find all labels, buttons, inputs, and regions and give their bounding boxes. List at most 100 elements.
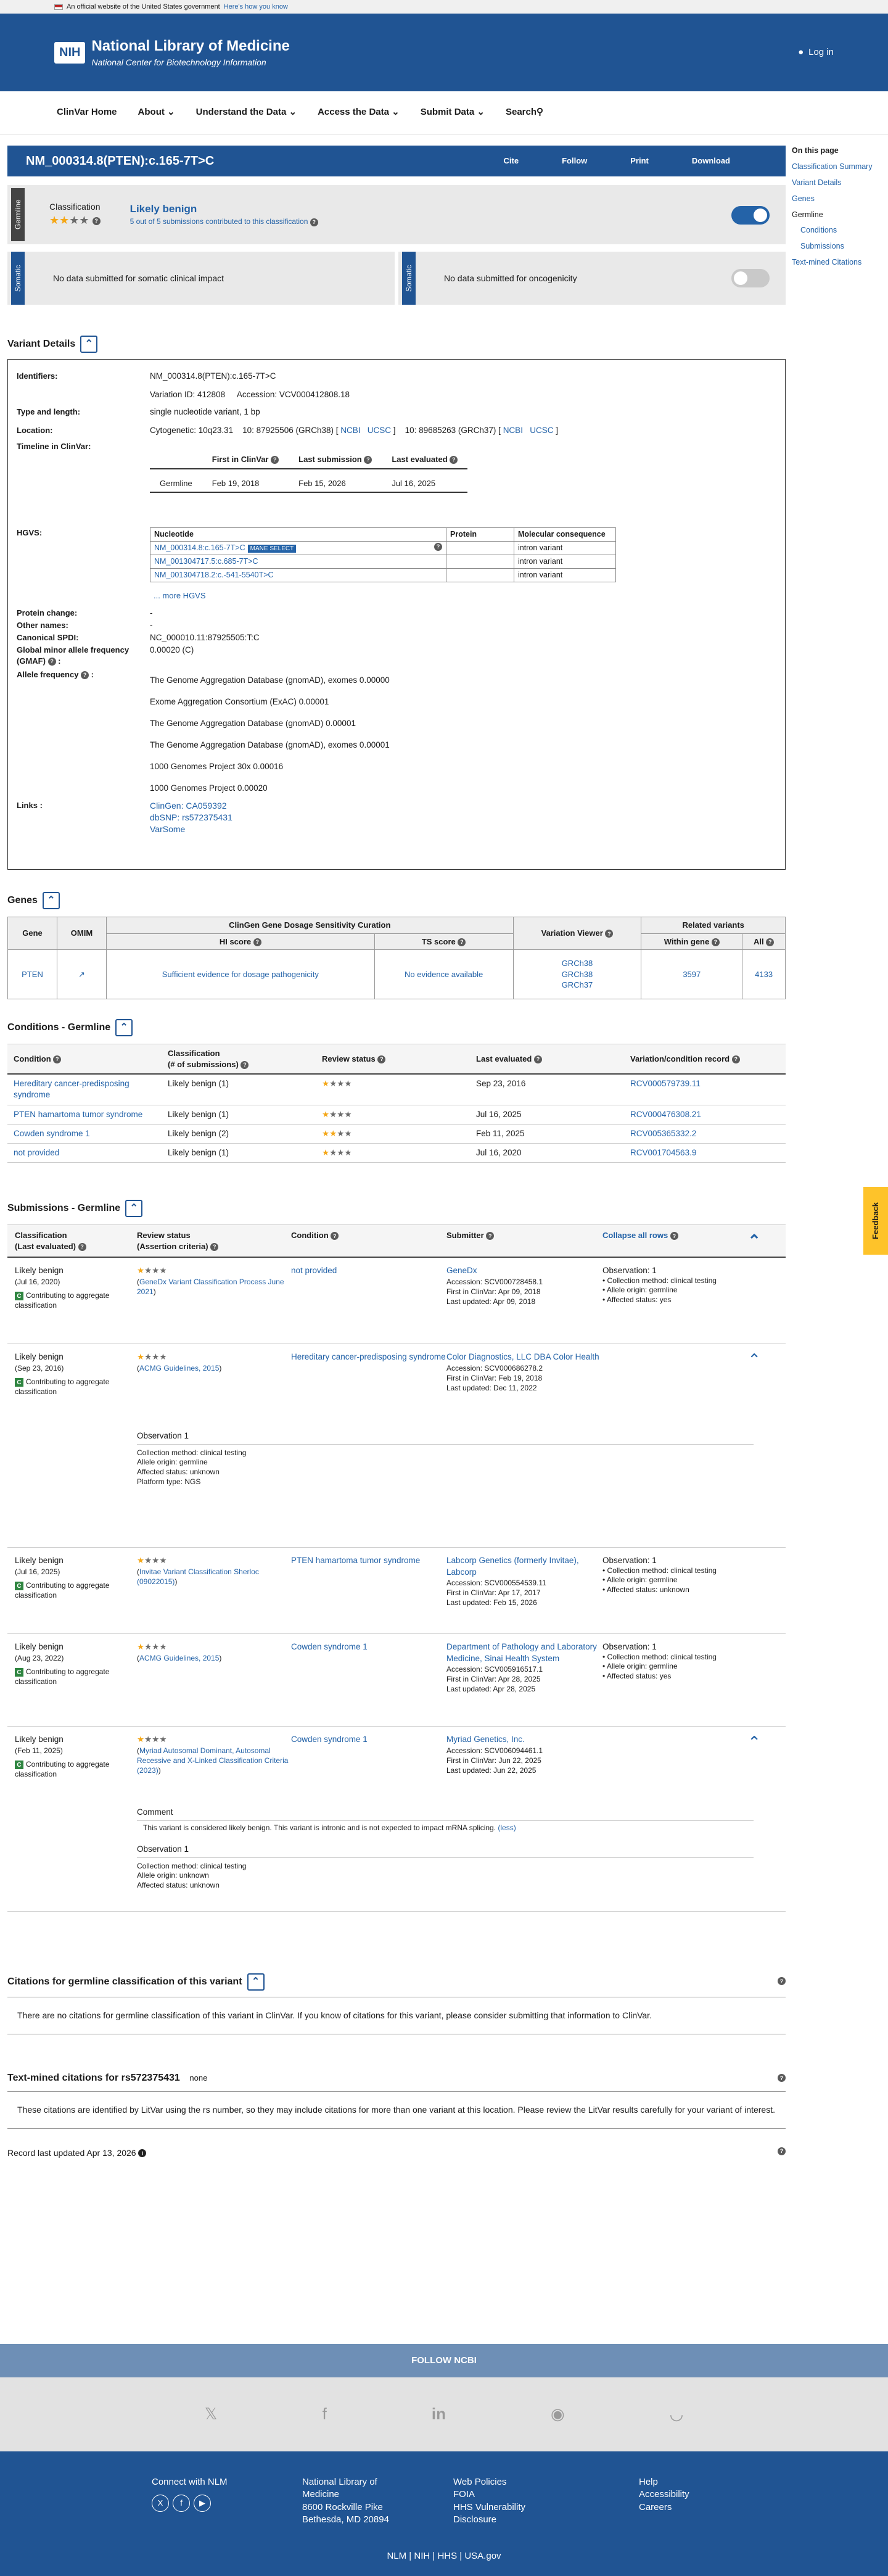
print-button[interactable]: Print — [630, 155, 649, 167]
condition-link[interactable]: not provided — [291, 1265, 446, 1336]
nav-about[interactable]: About ⌄ — [138, 106, 175, 118]
vv-grch38-link[interactable]: GRCh38 — [516, 969, 639, 980]
hhs-link[interactable]: HHS — [437, 2551, 457, 2561]
cite-button[interactable]: Cite — [504, 155, 519, 167]
usagov-link[interactable]: USA.gov — [464, 2551, 501, 2561]
condition-link[interactable]: Hereditary cancer-predisposing syndrome — [7, 1074, 162, 1105]
chevron-up-icon[interactable]: ⌃ — [747, 1230, 761, 1252]
collapse-chevron-icon[interactable]: ⌃ — [125, 1200, 143, 1218]
criteria-link[interactable]: Invitae Variant Classification Sherloc (… — [137, 1567, 259, 1586]
criteria-link[interactable]: ACMG Guidelines, 2015 — [139, 1654, 219, 1662]
record-updated: Record last updated Apr 13, 2026 i? — [7, 2147, 786, 2159]
nav-submit[interactable]: Submit Data ⌄ — [421, 106, 485, 118]
x-icon[interactable]: 𝕏 — [205, 2403, 218, 2425]
rcv-link[interactable]: RCV001704563.9 — [624, 1143, 786, 1163]
page-nav-conditions[interactable]: Conditions — [792, 225, 884, 236]
hgvs-nucleotide-link[interactable]: NM_000314.8:c.165-7T>C — [154, 543, 245, 552]
youtube-icon[interactable]: ▶ — [194, 2495, 211, 2512]
collapse-chevron-icon[interactable]: ⌃ — [115, 1019, 133, 1037]
chevron-up-icon[interactable]: ⌃ — [747, 1349, 761, 1371]
gene-link[interactable]: PTEN — [7, 949, 57, 1000]
nih-link[interactable]: NIH — [414, 2551, 430, 2561]
vv-grch37-link[interactable]: GRCh37 — [516, 980, 639, 991]
dbsnp-link[interactable]: dbSNP: rs572375431 — [150, 812, 232, 824]
submitter-link[interactable]: GeneDx — [446, 1265, 602, 1276]
chevron-up-icon[interactable]: ⌃ — [747, 1732, 761, 1753]
page-nav-classification[interactable]: Classification Summary — [792, 162, 884, 172]
type-value: single nucleotide variant, 1 bp — [150, 407, 260, 416]
help-link[interactable]: Help — [639, 2476, 689, 2488]
observation-detail: Observation 1 Collection method: clinical… — [137, 1844, 754, 1890]
foia-link[interactable]: FOIA — [453, 2488, 525, 2501]
disclosure-link[interactable]: Disclosure — [453, 2514, 525, 2526]
submitter-link[interactable]: Myriad Genetics, Inc. — [446, 1734, 602, 1745]
download-button[interactable]: Download — [692, 155, 730, 167]
hhs-vulnerability-link[interactable]: HHS Vulnerability — [453, 2501, 525, 2514]
criteria-link[interactable]: GeneDx Variant Classification Process Ju… — [137, 1278, 284, 1296]
page-nav-variant-details[interactable]: Variant Details — [792, 178, 884, 188]
germline-classification[interactable]: Likely benign — [130, 202, 318, 217]
x-icon[interactable]: X — [152, 2495, 169, 2512]
collapse-chevron-icon[interactable]: ⌃ — [80, 336, 98, 353]
submitter-link[interactable]: Labcorp Genetics (formerly Invitae), Lab… — [446, 1555, 602, 1577]
varsome-link[interactable]: VarSome — [150, 824, 232, 835]
nav-access[interactable]: Access the Data ⌄ — [318, 106, 400, 118]
condition-link[interactable]: Cowden syndrome 1 — [291, 1641, 446, 1719]
hi-score-link[interactable]: Sufficient evidence for dosage pathogeni… — [106, 949, 375, 1000]
conditions-table: Condition ? Classification (# of submissi… — [7, 1044, 786, 1163]
nlm-logo[interactable]: NIH National Library of Medicine National… — [54, 36, 290, 68]
web-policies-link[interactable]: Web Policies — [453, 2476, 525, 2488]
oncogenicity-text: No data submitted for oncogenicity — [444, 273, 577, 283]
nav-clinvar-home[interactable]: ClinVar Home — [57, 106, 117, 118]
rss-icon[interactable]: ◡ — [670, 2403, 684, 2425]
collapse-all-rows-link[interactable]: Collapse all rows — [602, 1231, 668, 1240]
page-nav-submissions[interactable]: Submissions — [792, 241, 884, 252]
criteria-link[interactable]: ACMG Guidelines, 2015 — [139, 1364, 219, 1373]
ts-score-link[interactable]: No evidence available — [374, 949, 514, 1000]
careers-link[interactable]: Careers — [639, 2501, 689, 2514]
github-icon[interactable]: ◉ — [551, 2403, 565, 2425]
within-gene-link[interactable]: 3597 — [641, 949, 743, 1000]
condition-link[interactable]: Cowden syndrome 1 — [7, 1124, 162, 1144]
nav-understand[interactable]: Understand the Data ⌄ — [196, 106, 297, 118]
germline-toggle[interactable] — [731, 206, 770, 225]
linkedin-icon[interactable]: in — [432, 2403, 446, 2425]
feedback-button[interactable]: Feedback — [863, 1187, 888, 1255]
accessibility-link[interactable]: Accessibility — [639, 2488, 689, 2501]
all-variants-link[interactable]: 4133 — [742, 949, 786, 1000]
submissions-count[interactable]: 5 out of 5 submissions contributed to th… — [130, 217, 318, 226]
help-icon: ? — [310, 218, 318, 226]
login-button[interactable]: ● Log in — [798, 46, 834, 59]
hgvs-table: Nucleotide Protein Molecular consequence N… — [150, 527, 616, 582]
oncogenicity-toggle[interactable] — [731, 269, 770, 287]
submitter-link[interactable]: Department of Pathology and Laboratory M… — [446, 1641, 602, 1664]
submissions-heading: Submissions - Germline ⌃ — [7, 1200, 786, 1218]
external-link-icon[interactable]: ↗ — [57, 949, 107, 1000]
vv-grch38-link[interactable]: GRCh38 — [516, 958, 639, 969]
follow-button[interactable]: Follow — [562, 155, 587, 167]
nlm-link[interactable]: NLM — [387, 2551, 406, 2561]
condition-link[interactable]: not provided — [7, 1143, 162, 1163]
clingen-link[interactable]: ClinGen: CA059392 — [150, 800, 232, 812]
hgvs-nucleotide-link[interactable]: NM_001304718.2:c.-541-5540T>C — [150, 568, 446, 582]
links-label: Links : — [17, 801, 43, 810]
page-nav-genes[interactable]: Genes — [792, 194, 884, 204]
protein-change-value: - — [150, 608, 153, 617]
condition-link[interactable]: PTEN hamartoma tumor syndrome — [291, 1555, 446, 1626]
condition-link[interactable]: PTEN hamartoma tumor syndrome — [7, 1105, 162, 1125]
rcv-link[interactable]: RCV000476308.21 — [624, 1105, 786, 1125]
rcv-link[interactable]: RCV000579739.11 — [624, 1074, 786, 1105]
facebook-icon[interactable]: f — [323, 2403, 327, 2425]
rcv-link[interactable]: RCV005365332.2 — [624, 1124, 786, 1144]
heres-how-link[interactable]: Here's how you know — [224, 2, 288, 12]
facebook-icon[interactable]: f — [173, 2495, 190, 2512]
nav-search[interactable]: Search⚲ — [506, 106, 543, 118]
criteria-link[interactable]: Myriad Autosomal Dominant, Autosomal Rec… — [137, 1746, 288, 1775]
collapse-chevron-icon[interactable]: ⌃ — [247, 1973, 265, 1991]
collapse-chevron-icon[interactable]: ⌃ — [42, 892, 60, 909]
hgvs-nucleotide-link[interactable]: NM_001304717.5:c.685-7T>C — [150, 554, 446, 569]
submitter-link[interactable]: Color Diagnostics, LLC DBA Color Health — [446, 1352, 602, 1363]
page-nav-textmined[interactable]: Text-mined Citations — [792, 257, 884, 268]
more-hgvs-link[interactable]: ... more HGVS — [154, 590, 206, 601]
less-link[interactable]: (less) — [498, 1823, 516, 1832]
